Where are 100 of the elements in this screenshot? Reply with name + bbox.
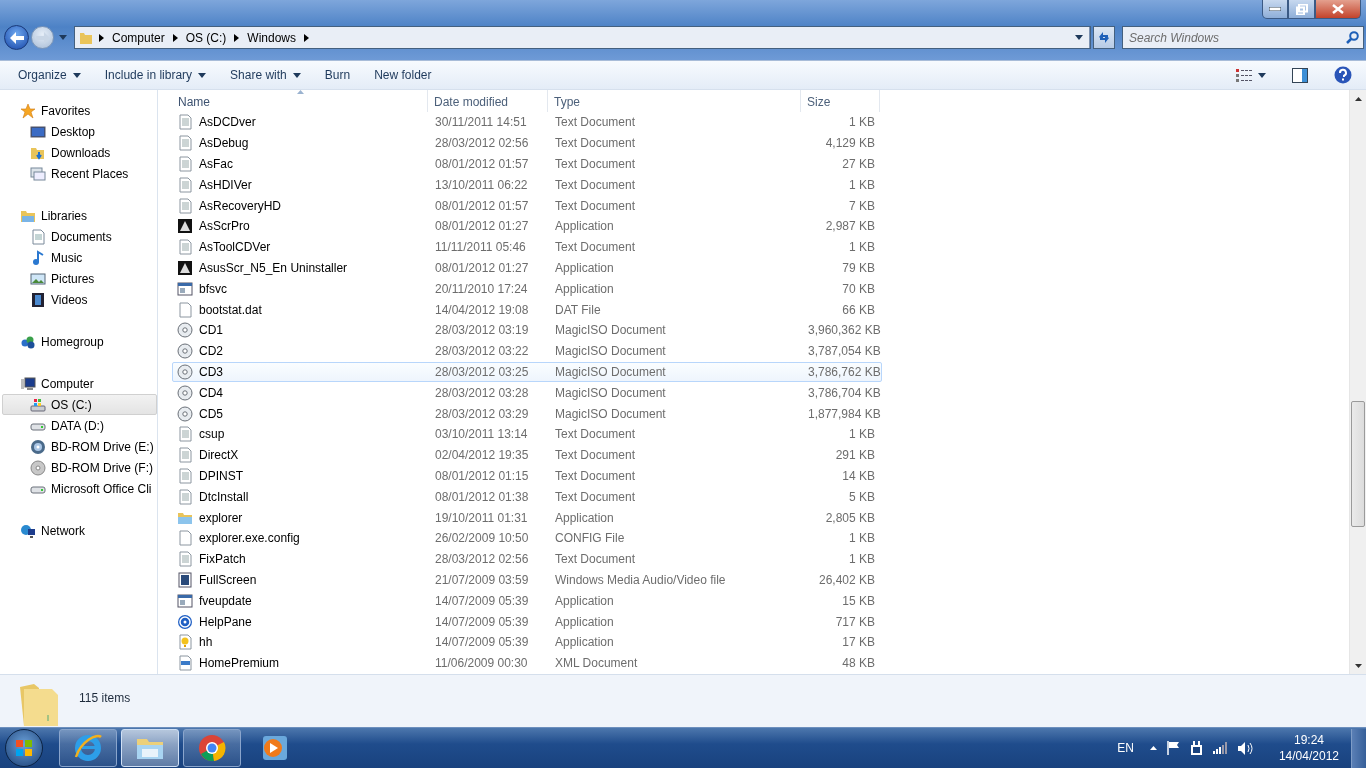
film-strip-icon bbox=[30, 291, 46, 308]
language-indicator[interactable]: EN bbox=[1117, 741, 1134, 755]
file-row[interactable]: fveupdate 14/07/2009 05:39 Application 15 KB bbox=[172, 590, 882, 612]
text-document-icon bbox=[177, 488, 193, 505]
toolbar-button[interactable]: Include in library bbox=[94, 65, 217, 85]
file-name: hh bbox=[199, 635, 213, 650]
file-row[interactable]: DPINST 08/01/2012 01:15 Text Document 14 KB bbox=[172, 465, 882, 487]
nav-item[interactable]: Downloads bbox=[0, 142, 157, 163]
size-cell-text: 70 KB bbox=[841, 281, 876, 296]
date-cell-text: 11/11/2011 05:46 bbox=[434, 240, 527, 255]
clock[interactable]: 19:24 14/04/2012 bbox=[1278, 732, 1339, 764]
type-cell-text: Text Document bbox=[554, 489, 637, 504]
speaker-icon[interactable] bbox=[1237, 741, 1253, 755]
close-button[interactable] bbox=[1315, 0, 1361, 19]
chevron-icon bbox=[172, 33, 178, 42]
file-row[interactable]: DtcInstall 08/01/2012 01:38 Text Document 5 KB bbox=[172, 486, 882, 508]
file-row[interactable]: AsDebug 28/03/2012 02:56 Text Document 4,129 KB bbox=[172, 132, 882, 154]
recent-pages-button[interactable] bbox=[56, 35, 70, 40]
date-cell-text: 08/01/2012 01:15 bbox=[434, 468, 530, 483]
back-button[interactable] bbox=[4, 25, 29, 50]
breadcrumb-link[interactable]: Computer bbox=[110, 30, 167, 45]
file-row[interactable]: FixPatch 28/03/2012 02:56 Text Document 1 KB bbox=[172, 548, 882, 570]
nav-group-item[interactable]: Computer bbox=[0, 373, 157, 394]
nav-item[interactable]: DATA (D:) bbox=[0, 415, 157, 436]
nav-item[interactable]: Music bbox=[0, 247, 157, 268]
file-row[interactable]: HomePremium 11/06/2009 00:30 XML Document 48 KB bbox=[172, 652, 882, 674]
file-row[interactable]: HelpPane 14/07/2009 05:39 Application 717 KB bbox=[172, 611, 882, 632]
toolbar-button[interactable]: Share with bbox=[220, 65, 311, 85]
column-header[interactable]: Size bbox=[801, 90, 880, 112]
file-row[interactable]: CD2 28/03/2012 03:22 MagicISO Document 3,787,054 KB bbox=[172, 340, 882, 362]
start-button[interactable] bbox=[5, 729, 43, 767]
date-cell-text: 02/04/2012 19:35 bbox=[434, 448, 530, 463]
file-row[interactable]: explorer.exe.config 26/02/2009 10:50 CONFIG File 1 KB bbox=[172, 527, 882, 549]
nav-item[interactable]: Microsoft Office Cli bbox=[0, 478, 157, 499]
nav-item[interactable]: BD-ROM Drive (E:) bbox=[0, 436, 157, 457]
file-row[interactable]: hh 14/07/2009 05:39 Application 17 KB bbox=[172, 631, 882, 653]
size-cell-text: 17 KB bbox=[841, 635, 876, 650]
size-cell-text: 3,786,704 KB bbox=[807, 385, 881, 400]
nav-group-item[interactable]: Favorites bbox=[0, 100, 157, 121]
file-row[interactable]: AsusScr_N5_En Uninstaller 08/01/2012 01:27 Application 79 KB bbox=[172, 257, 882, 279]
minimize-button[interactable] bbox=[1262, 0, 1288, 19]
network-icon bbox=[20, 522, 36, 539]
address-bar[interactable]: Computer OS (C:) Windows bbox=[74, 26, 1091, 49]
nav-item[interactable]: Videos bbox=[0, 289, 157, 310]
show-hidden-icons-button[interactable] bbox=[1149, 746, 1157, 750]
nav-item[interactable]: Recent Places bbox=[0, 163, 157, 184]
file-row[interactable]: explorer 19/10/2011 01:31 Application 2,805 KB bbox=[172, 507, 882, 528]
scrollbar-thumb[interactable] bbox=[1351, 401, 1365, 527]
text-document-icon bbox=[177, 176, 193, 193]
file-row[interactable]: AsRecoveryHD 08/01/2012 01:57 Text Document 7 KB bbox=[172, 195, 882, 216]
file-row[interactable]: AsFac 08/01/2012 01:57 Text Document 27 KB bbox=[172, 153, 882, 175]
file-row[interactable]: AsHDIVer 13/10/2011 06:22 Text Document 1 KB bbox=[172, 174, 882, 196]
restore-button[interactable] bbox=[1288, 0, 1315, 19]
column-header[interactable]: Name bbox=[172, 90, 428, 112]
nav-group-item[interactable]: Homegroup bbox=[0, 331, 157, 352]
nav-item[interactable]: BD-ROM Drive (F:) bbox=[0, 457, 157, 478]
type-cell-text: Text Document bbox=[554, 448, 637, 463]
refresh-button[interactable] bbox=[1093, 26, 1115, 49]
file-row[interactable]: CD4 28/03/2012 03:28 MagicISO Document 3,786,704 KB bbox=[172, 382, 882, 404]
toolbar-button[interactable]: Burn bbox=[314, 65, 361, 85]
file-row[interactable]: FullScreen 21/07/2009 03:59 Windows Media Audio/Video file 26,402 KB bbox=[172, 569, 882, 591]
type-cell-text: Text Document bbox=[554, 240, 637, 255]
nav-item[interactable]: Pictures bbox=[0, 268, 157, 289]
taskbar-button[interactable] bbox=[59, 729, 117, 767]
details-view-icon bbox=[1236, 68, 1252, 82]
file-name: FixPatch bbox=[199, 552, 246, 567]
toolbar-button[interactable]: Organize bbox=[8, 65, 91, 85]
file-row[interactable]: CD1 28/03/2012 03:19 MagicISO Document 3,960,362 KB bbox=[172, 319, 882, 341]
breadcrumb-link[interactable]: Windows bbox=[245, 30, 299, 45]
search-field[interactable]: Search Windows bbox=[1122, 26, 1364, 49]
nav-item[interactable]: OS (C:) bbox=[2, 394, 157, 415]
taskbar-button[interactable] bbox=[183, 729, 241, 767]
file-row[interactable]: AsToolCDVer 11/11/2011 05:46 Text Document 1 KB bbox=[172, 236, 882, 258]
file-row[interactable]: AsDCDver 30/11/2011 14:51 Text Document 1 KB bbox=[172, 112, 882, 133]
breadcrumb-link[interactable]: OS (C:) bbox=[183, 30, 229, 45]
signal-bars-icon[interactable] bbox=[1212, 742, 1228, 754]
file-name: csup bbox=[199, 427, 225, 442]
file-row[interactable]: CD5 28/03/2012 03:29 MagicISO Document 1,877,984 KB bbox=[172, 403, 882, 424]
column-header[interactable]: Type bbox=[548, 90, 801, 112]
file-row[interactable]: AsScrPro 08/01/2012 01:27 Application 2,987 KB bbox=[172, 216, 882, 237]
file-row[interactable]: DirectX 02/04/2012 19:35 Text Document 291 KB bbox=[172, 444, 882, 466]
nav-item[interactable]: Documents bbox=[0, 226, 157, 247]
type-cell-text: Text Document bbox=[554, 136, 637, 151]
flag-icon[interactable] bbox=[1166, 741, 1180, 755]
power-plug-icon[interactable] bbox=[1189, 740, 1203, 756]
date-cell-text: 03/10/2011 13:14 bbox=[434, 427, 529, 442]
toolbar-button[interactable]: New folder bbox=[364, 65, 442, 85]
selected-file-row[interactable]: CD3 28/03/2012 03:25 MagicISO Document 3,786,762 KB bbox=[172, 361, 882, 383]
file-name: AsDebug bbox=[199, 136, 249, 151]
type-cell-text: Application bbox=[554, 281, 615, 296]
file-row[interactable]: bfsvc 20/11/2010 17:24 Application 70 KB bbox=[172, 278, 882, 300]
size-cell-text: 3,787,054 KB bbox=[807, 344, 881, 359]
nav-group-item[interactable]: Libraries bbox=[0, 205, 157, 226]
file-row[interactable]: csup 03/10/2011 13:14 Text Document 1 KB bbox=[172, 423, 882, 445]
column-header[interactable]: Date modified bbox=[428, 90, 548, 112]
file-name: explorer bbox=[199, 510, 243, 525]
chevron-icon bbox=[99, 33, 104, 42]
nav-group-item[interactable]: Network bbox=[0, 520, 157, 541]
file-row[interactable]: bootstat.dat 14/04/2012 19:08 DAT File 66 KB bbox=[172, 299, 882, 320]
nav-item[interactable]: Desktop bbox=[0, 121, 157, 142]
